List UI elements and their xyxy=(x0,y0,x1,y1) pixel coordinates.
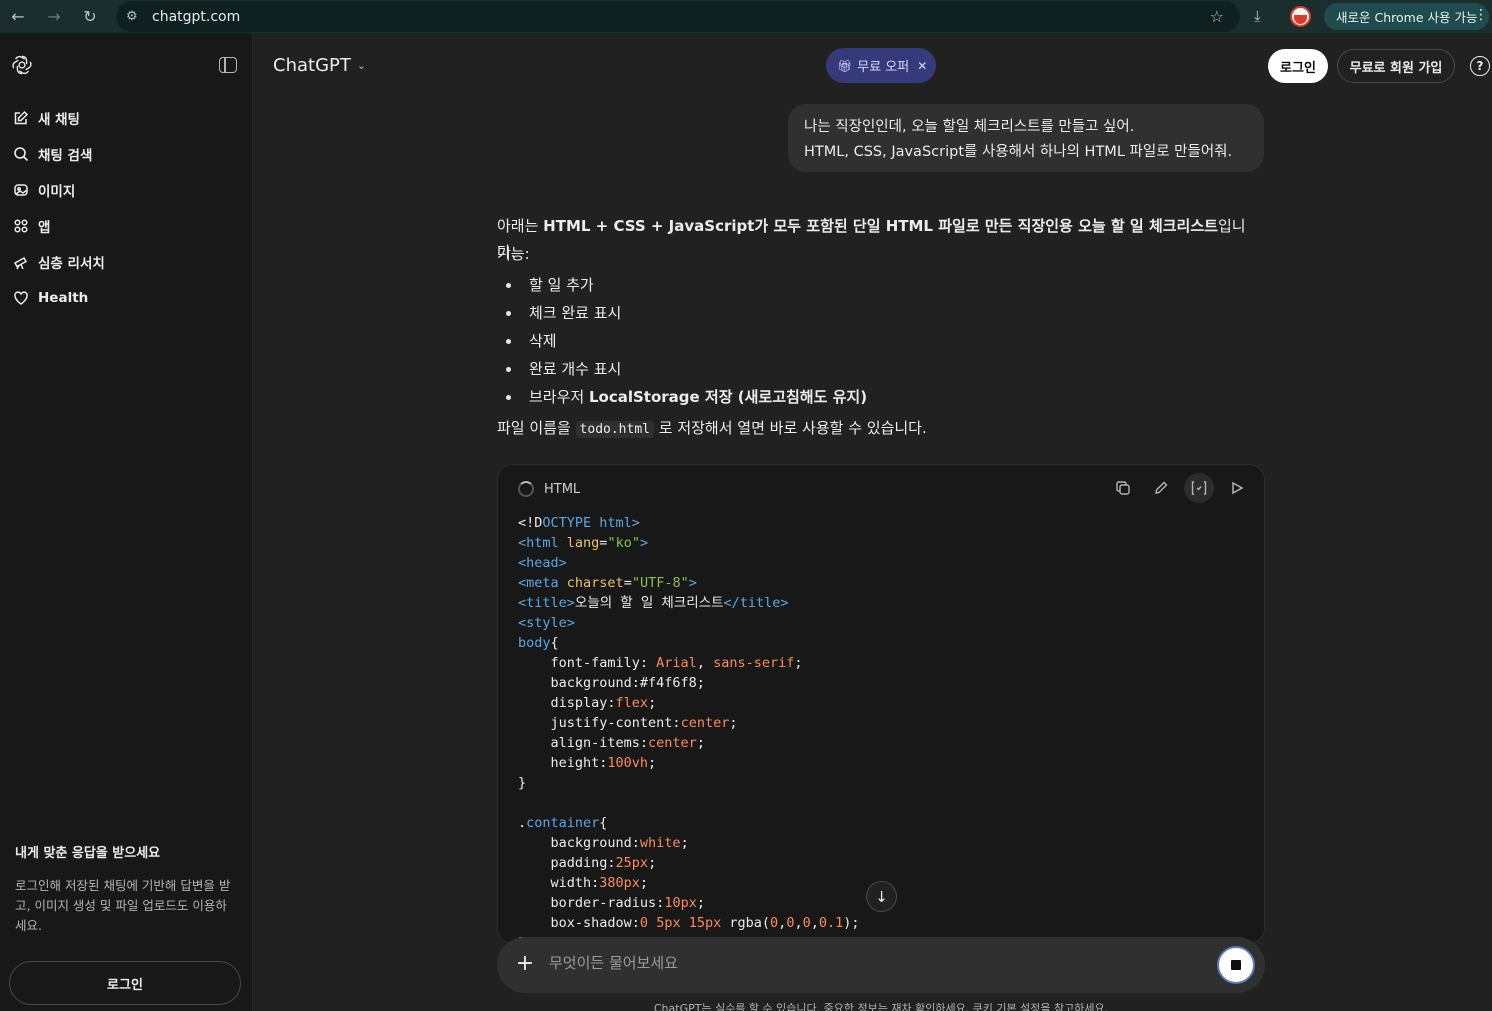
gift-icon: 🎁︎ xyxy=(837,58,853,73)
sidebar-item-new-chat[interactable]: 새 채팅 xyxy=(12,104,80,132)
prompt-input[interactable] xyxy=(549,954,1189,972)
scroll-down-button[interactable]: ↓ xyxy=(866,881,897,912)
promo-title: 내게 맞춘 응답을 받으세요 xyxy=(15,846,161,861)
url-text[interactable]: chatgpt.com xyxy=(152,9,240,25)
list-item: 브라우저 LocalStorage 저장 (새로고침해도 유지) xyxy=(497,383,1257,411)
list-item: 할 일 추가 xyxy=(497,271,1257,299)
filename-prefix: 파일 이름을 xyxy=(497,419,576,437)
heart-icon xyxy=(12,289,30,307)
user-message: 나는 직장인인데, 오늘 할일 체크리스트를 만들고 싶어. HTML, CSS… xyxy=(788,104,1264,172)
sidebar-item-deep-research[interactable]: 심층 리서치 xyxy=(12,248,105,276)
apps-icon xyxy=(12,217,30,235)
filename-note: 파일 이름을 todo.html 로 저장해서 열면 바로 사용할 수 있습니다… xyxy=(497,415,1257,443)
help-icon[interactable]: ? xyxy=(1470,56,1490,76)
list-item-prefix: 브라우저 xyxy=(529,388,589,406)
back-icon[interactable]: ← xyxy=(0,0,36,33)
sidebar-item-label: 채팅 검색 xyxy=(38,148,93,164)
profile-avatar[interactable] xyxy=(1290,6,1311,27)
model-selector[interactable]: ChatGPT ⌄ xyxy=(273,55,366,76)
sidebar-item-label: 심층 리서치 xyxy=(38,256,105,272)
composer: + xyxy=(497,937,1265,993)
signup-button[interactable]: 무료로 회원 가입 xyxy=(1337,49,1455,83)
sidebar-item-label: Health xyxy=(38,290,89,306)
code-language: HTML xyxy=(544,481,581,497)
assistant-message: 아래는 HTML + CSS + JavaScript가 모두 포함된 단일 H… xyxy=(497,213,1257,443)
sidebar-item-label: 새 채팅 xyxy=(38,112,80,128)
list-item: 삭제 xyxy=(497,327,1257,355)
feature-list: 할 일 추가 체크 완료 표시 삭제 완료 개수 표시 브라우저 LocalSt… xyxy=(497,271,1257,411)
loading-spinner-icon xyxy=(518,481,534,497)
code-toolbar xyxy=(1108,473,1252,503)
image-icon xyxy=(12,181,30,199)
close-icon[interactable]: ✕ xyxy=(917,59,927,73)
sidebar-item-label: 앱 xyxy=(38,220,51,236)
stop-generation-button[interactable] xyxy=(1217,946,1255,984)
user-message-line: 나는 직장인인데, 오늘 할일 체크리스트를 만들고 싶어. xyxy=(804,119,1135,135)
offer-label: 무료 오퍼 xyxy=(857,60,910,75)
features-label: 기능: xyxy=(497,245,530,263)
address-bar[interactable]: ⚙ chatgpt.com ☆ xyxy=(116,1,1240,32)
answer-intro-bold: HTML + CSS + JavaScript가 모두 포함된 단일 HTML … xyxy=(543,217,1218,235)
sidebar: 새 채팅 채팅 검색 이미지 앱 심층 리서치 Health 내게 맞춘 응답을… xyxy=(0,33,253,1011)
sidebar-toggle-icon[interactable] xyxy=(219,57,237,73)
code-view-icon[interactable] xyxy=(1184,473,1214,503)
stop-icon xyxy=(1231,960,1241,970)
site-settings-icon[interactable]: ⚙ xyxy=(126,9,152,24)
list-item-bold: LocalStorage 저장 (새로고침해도 유지) xyxy=(588,388,868,406)
plus-icon[interactable]: + xyxy=(513,951,537,976)
free-offer-badge[interactable]: 🎁︎ 무료 오퍼 ✕ xyxy=(826,48,936,83)
telescope-icon xyxy=(12,253,30,271)
bookmark-star-icon[interactable]: ☆ xyxy=(1210,7,1224,26)
code-content: <!DOCTYPE html> <html lang="ko"> <head> … xyxy=(518,515,860,943)
download-icon[interactable]: ⤓ xyxy=(1254,7,1261,25)
sidebar-item-health[interactable]: Health xyxy=(12,284,88,312)
browser-toolbar: ← → ↻ ⚙ chatgpt.com ☆ ⤓ 새로운 Chrome 사용 가능… xyxy=(0,0,1492,33)
sidebar-item-apps[interactable]: 앱 xyxy=(12,212,50,240)
page-title: ChatGPT xyxy=(273,55,351,76)
sidebar-item-search-chats[interactable]: 채팅 검색 xyxy=(12,140,92,168)
list-item: 완료 개수 표시 xyxy=(497,355,1257,383)
sidebar-login-button[interactable]: 로그인 xyxy=(9,961,241,1005)
answer-intro: 아래는 HTML + CSS + JavaScript가 모두 포함된 단일 H… xyxy=(497,213,1257,261)
edit-icon xyxy=(12,109,30,127)
copy-icon[interactable] xyxy=(1108,473,1138,503)
user-message-line: HTML, CSS, JavaScript를 사용해서 하나의 HTML 파일로… xyxy=(804,144,1233,160)
login-button[interactable]: 로그인 xyxy=(1268,49,1328,83)
filename-suffix: 로 저장해서 열면 바로 사용할 수 있습니다. xyxy=(654,419,927,437)
chevron-down-icon: ⌄ xyxy=(356,59,367,72)
reload-icon[interactable]: ↻ xyxy=(72,0,108,33)
answer-intro-prefix: 아래는 xyxy=(497,217,544,235)
search-icon xyxy=(12,145,30,163)
promo-text: 로그인해 저장된 채팅에 기반해 답변을 받고, 이미지 생성 및 파일 업로드… xyxy=(15,878,231,933)
sidebar-item-images[interactable]: 이미지 xyxy=(12,176,75,204)
chrome-menu-icon[interactable]: ⋮ xyxy=(1474,7,1488,23)
sidebar-item-label: 이미지 xyxy=(38,184,76,200)
disclaimer: ChatGPT는 실수를 할 수 있습니다. 중요한 정보는 재차 확인하세요.… xyxy=(653,1002,1109,1011)
edit-code-icon[interactable] xyxy=(1146,473,1176,503)
filename-code: todo.html xyxy=(575,421,654,438)
openai-logo-icon[interactable] xyxy=(11,54,33,76)
list-item: 체크 완료 표시 xyxy=(497,299,1257,327)
run-icon[interactable] xyxy=(1222,473,1252,503)
code-block: HTML <!DOCTYPE html> <html lang="ko"> <h… xyxy=(497,464,1265,944)
forward-icon[interactable]: → xyxy=(36,0,72,33)
chrome-update-button[interactable]: 새로운 Chrome 사용 가능 xyxy=(1324,3,1490,30)
